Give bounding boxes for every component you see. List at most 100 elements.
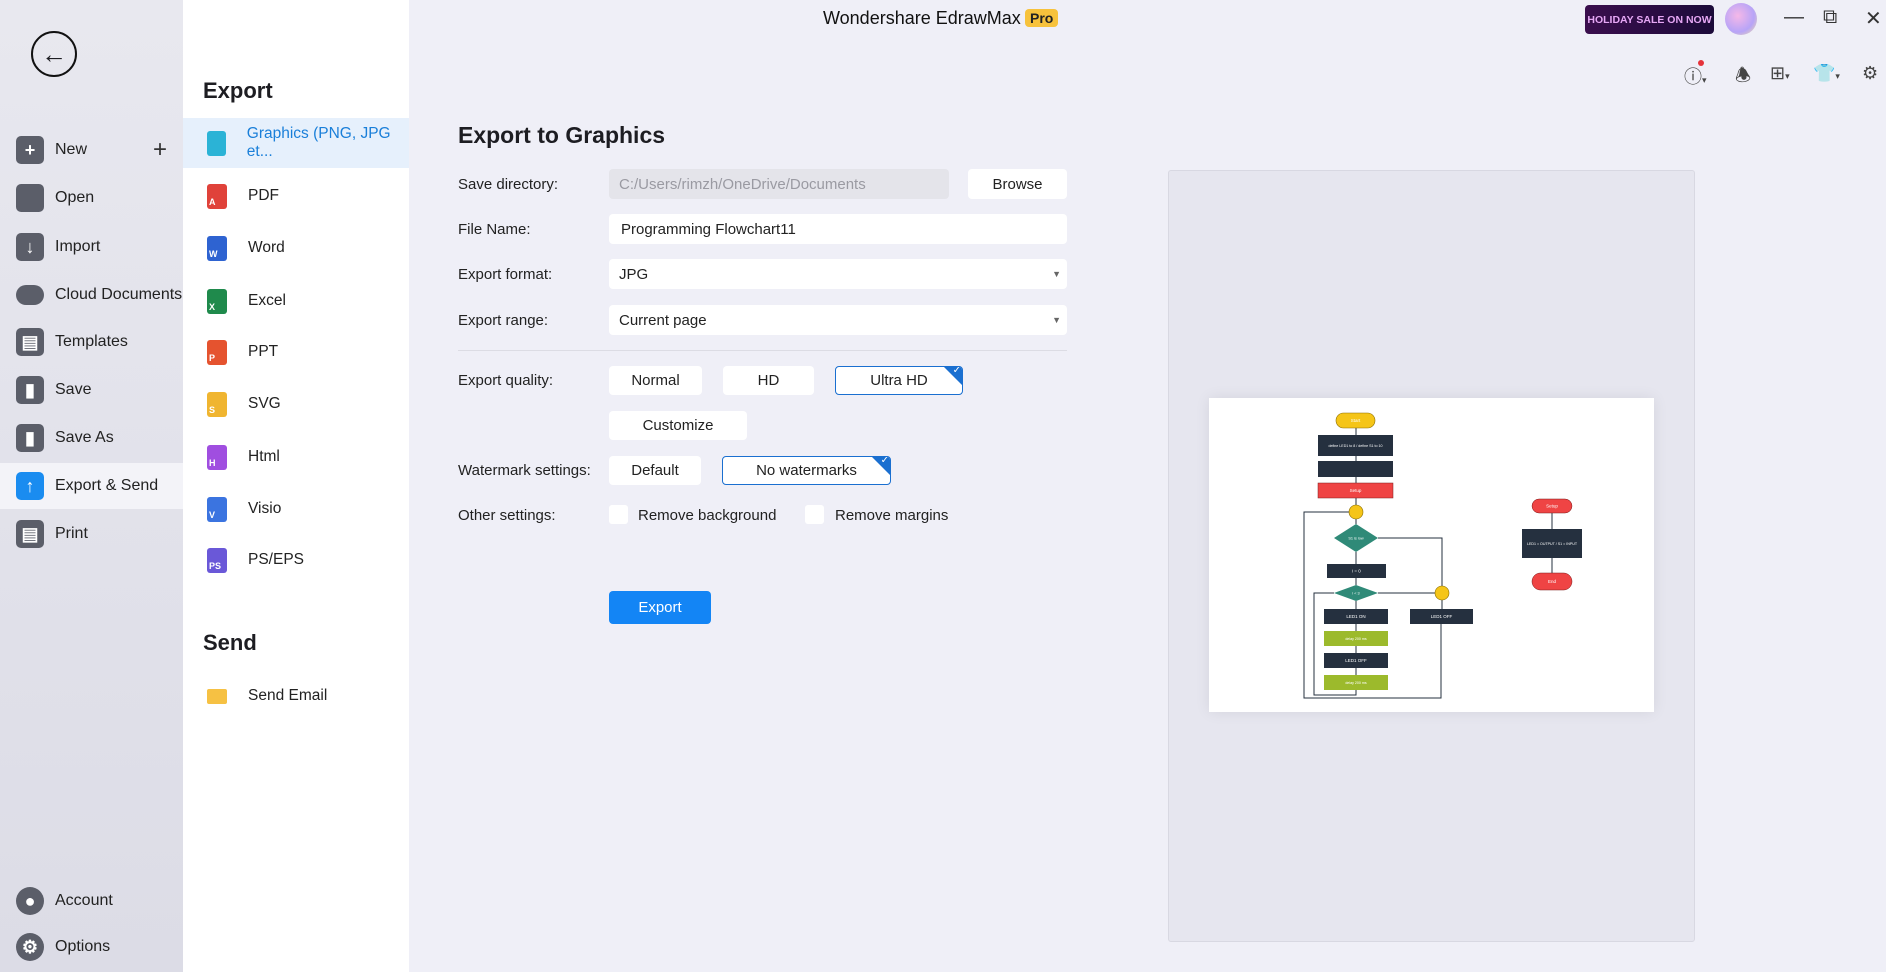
export-button[interactable]: Export	[609, 591, 711, 624]
html-file-icon: H	[207, 444, 227, 470]
graphics-file-icon	[207, 130, 226, 156]
file-name-label: File Name:	[458, 221, 531, 238]
export-format-visio[interactable]: V Visio	[183, 484, 409, 534]
export-format-label: Visio	[248, 500, 282, 517]
export-heading: Export	[203, 78, 273, 103]
no-watermarks-button[interactable]: No watermarks ✓	[722, 456, 891, 485]
settings-gear-icon[interactable]: ⚙	[1862, 63, 1878, 84]
sidebar-item-label: Import	[55, 238, 101, 255]
arrow-left-icon: ←	[41, 38, 67, 69]
node-connector-right	[1434, 585, 1450, 601]
node-define-text: define LED1 to 8 / define S1 to 10	[1329, 444, 1383, 448]
node-blank	[1318, 461, 1393, 477]
word-file-icon: W	[207, 235, 227, 261]
avatar[interactable]	[1725, 3, 1757, 35]
export-format-word[interactable]: W Word	[183, 223, 409, 273]
export-range-label: Export range:	[458, 312, 549, 329]
chevron-down-icon: ▼	[1052, 315, 1061, 325]
send-email-item[interactable]: Send Email	[183, 671, 409, 721]
save-icon: ▮	[16, 376, 44, 404]
holiday-sale-banner[interactable]: HOLIDAY SALE ON NOW	[1585, 5, 1714, 34]
export-format-label: Graphics (PNG, JPG et...	[246, 125, 391, 160]
flow-nodes: Start define LED1 to 8 / define S1 to 10…	[1317, 412, 1582, 690]
sidebar-item-open[interactable]: Open	[0, 175, 183, 221]
sidebar-item-templates[interactable]: ▤ Templates	[0, 319, 183, 365]
sidebar-item-label: Account	[55, 892, 113, 909]
save-directory-input: C:/Users/rimzh/OneDrive/Documents	[609, 169, 949, 199]
browse-button[interactable]: Browse	[968, 169, 1067, 199]
excel-file-icon: X	[207, 288, 227, 314]
pseps-file-icon: PS	[207, 547, 227, 573]
sidebar-item-export-send[interactable]: ↑ Export & Send	[0, 463, 183, 509]
preview-page: Start define LED1 to 8 / define S1 to 10…	[1209, 398, 1654, 712]
page-title: Export to Graphics	[458, 122, 666, 148]
sidebar-item-account[interactable]: ● Account	[0, 878, 183, 924]
export-format-pdf[interactable]: A PDF	[183, 171, 409, 221]
apps-icon[interactable]: ⊞▾	[1770, 63, 1790, 84]
svg-file-icon: S	[207, 391, 227, 417]
pro-badge: Pro	[1025, 9, 1059, 27]
send-email-label: Send Email	[248, 687, 328, 704]
quality-ultra-hd-button[interactable]: Ultra HD ✓	[835, 366, 963, 395]
node-led-off-text: LED1 OFF	[1345, 658, 1367, 663]
export-format-label: Word	[248, 239, 285, 256]
quality-hd-button[interactable]: HD	[723, 366, 814, 395]
gear-icon: ⚙	[16, 933, 44, 961]
sidebar-item-label: Cloud Documents	[55, 286, 183, 303]
customize-button[interactable]: Customize	[609, 411, 747, 440]
export-range-select[interactable]: Current page ▼	[609, 305, 1067, 335]
folder-icon	[16, 184, 44, 212]
sidebar-item-label: Export & Send	[55, 477, 159, 494]
sidebar-item-save[interactable]: ▮ Save	[0, 367, 183, 413]
export-format-graphics[interactable]: Graphics (PNG, JPG et...	[183, 118, 409, 168]
node-setup-start-text: Setup	[1546, 504, 1558, 509]
node-decision-s1-text: S1 is low	[1348, 537, 1363, 541]
node-end-text: End	[1548, 579, 1557, 584]
export-format-label: SVG	[248, 395, 281, 412]
remove-background-checkbox[interactable]	[609, 505, 628, 524]
close-button[interactable]: ✕	[1865, 6, 1882, 31]
sidebar-item-new[interactable]: + New +	[0, 127, 183, 173]
export-format-select[interactable]: JPG ▼	[609, 259, 1067, 289]
bell-icon[interactable]: 🕭	[1735, 63, 1751, 93]
sidebar-item-cloud-documents[interactable]: Cloud Documents	[0, 272, 183, 318]
email-icon	[207, 688, 227, 704]
sidebar-item-label: Templates	[55, 333, 128, 350]
file-name-input[interactable]: Programming Flowchart11	[609, 214, 1067, 244]
back-button[interactable]: ←	[31, 31, 77, 77]
remove-background-label[interactable]: Remove background	[638, 507, 776, 524]
cloud-icon	[16, 285, 44, 305]
add-icon[interactable]: +	[153, 136, 167, 164]
account-icon: ●	[16, 887, 44, 915]
export-format-svg[interactable]: S SVG	[183, 379, 409, 429]
sidebar-item-options[interactable]: ⚙ Options	[0, 924, 183, 970]
sidebar-item-print[interactable]: ▤ Print	[0, 511, 183, 557]
export-format-label: Html	[248, 448, 280, 465]
check-icon: ✓	[880, 456, 889, 466]
export-format-value: JPG	[619, 265, 649, 283]
other-settings-label: Other settings:	[458, 507, 556, 524]
node-delay-1-text: delay 200 ms	[1345, 637, 1367, 641]
node-pinmode-text: LED1 = OUTPUT / S1 = INPUT	[1527, 542, 1578, 546]
check-icon: ✓	[952, 366, 961, 376]
remove-margins-checkbox[interactable]	[805, 505, 824, 524]
sidebar-item-label: Open	[55, 189, 95, 206]
export-format-ppt[interactable]: P PPT	[183, 327, 409, 377]
node-i0-text: i = 0	[1352, 569, 1361, 574]
export-format-excel[interactable]: X Excel	[183, 276, 409, 326]
watermark-default-button[interactable]: Default	[609, 456, 701, 485]
watermark-settings-label: Watermark settings:	[458, 462, 591, 479]
sidebar-item-import[interactable]: ↓ Import	[0, 224, 183, 270]
quality-normal-button[interactable]: Normal	[609, 366, 702, 395]
minimize-button[interactable]: —	[1784, 6, 1804, 29]
flowchart-preview: Start define LED1 to 8 / define S1 to 10…	[1303, 412, 1582, 699]
export-icon: ↑	[16, 472, 44, 500]
export-format-html[interactable]: H Html	[183, 432, 409, 482]
theme-shirt-icon[interactable]: 👕▾	[1813, 63, 1840, 84]
sidebar-item-save-as[interactable]: ▮ Save As	[0, 415, 183, 461]
export-format-pseps[interactable]: PS PS/EPS	[183, 535, 409, 585]
export-range-value: Current page	[619, 311, 707, 329]
remove-margins-label[interactable]: Remove margins	[835, 507, 948, 524]
help-icon[interactable]: ⓘ▾	[1684, 60, 1707, 89]
restore-button[interactable]: ⧉	[1823, 6, 1837, 29]
